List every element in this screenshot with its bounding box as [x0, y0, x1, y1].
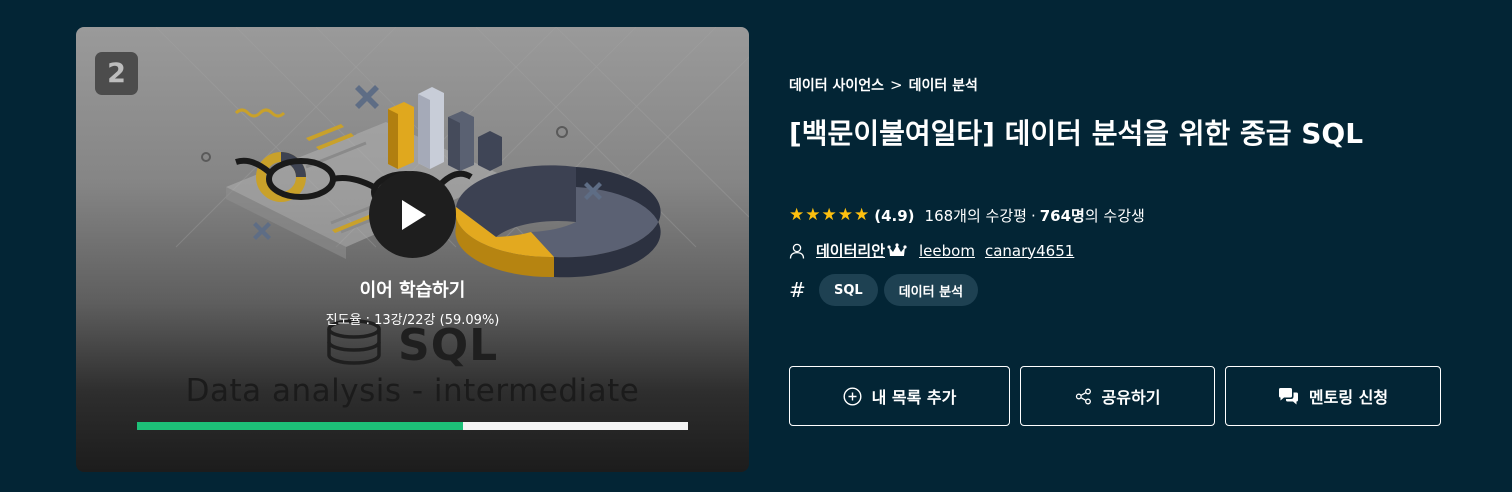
progress-bar-fill — [137, 422, 463, 430]
tag-chip[interactable]: 데이터 분석 — [883, 274, 979, 306]
play-button[interactable] — [369, 171, 456, 258]
breadcrumb-subcategory[interactable]: 데이터 분석 — [909, 75, 978, 95]
tag-row: # SQL 데이터 분석 — [789, 274, 979, 306]
star-icon: ★ — [837, 205, 853, 225]
share-label: 공유하기 — [1101, 388, 1161, 407]
hashtag-icon: # — [789, 278, 806, 302]
share-icon — [1075, 388, 1091, 404]
mentoring-label: 멘토링 신청 — [1308, 388, 1389, 407]
user-icon — [789, 243, 805, 259]
course-video-thumbnail[interactable]: 2 SQL Data analysis - intermediate 이어 학습… — [76, 27, 749, 472]
instructor-link[interactable]: canary4651 — [985, 242, 1074, 260]
star-rating: ★ ★ ★ ★ ★ — [789, 207, 869, 224]
add-to-list-button[interactable]: 내 목록 추가 — [789, 366, 1010, 426]
thumbnail-subtitle-text: Data analysis - intermediate — [185, 373, 640, 409]
instructor-row: 데이터리안 leebom canary4651 — [789, 240, 1084, 261]
mentoring-request-button[interactable]: 멘토링 신청 — [1225, 366, 1441, 426]
breadcrumb-separator: > — [890, 76, 903, 94]
star-icon: ★ — [821, 205, 837, 225]
progress-text: 진도율 : 13강/22강 (59.09%) — [325, 313, 500, 328]
breadcrumb: 데이터 사이언스 > 데이터 분석 — [789, 75, 978, 95]
instructor-link-main[interactable]: 데이터리안 — [816, 240, 885, 261]
crown-icon — [887, 242, 907, 256]
rating-value: (4.9) — [874, 206, 915, 225]
review-count[interactable]: 168개의 수강평 — [925, 205, 1027, 226]
tag-chip[interactable]: SQL — [819, 274, 878, 306]
breadcrumb-category[interactable]: 데이터 사이언스 — [789, 75, 884, 95]
course-title: [백문이불여일타] 데이터 분석을 위한 중급 SQL — [789, 117, 1364, 150]
star-icon: ★ — [854, 205, 870, 225]
plus-circle-icon — [843, 386, 862, 406]
progress-bar — [137, 422, 688, 430]
add-to-list-label: 내 목록 추가 — [871, 388, 957, 407]
student-count: 764명 — [1039, 207, 1085, 225]
rating-row: ★ ★ ★ ★ ★ (4.9) 168개의 수강평 · 764명 의 수강생 — [789, 205, 1145, 226]
resume-learning-label[interactable]: 이어 학습하기 — [76, 276, 749, 302]
share-button[interactable]: 공유하기 — [1020, 366, 1215, 426]
chat-bubbles-icon — [1278, 387, 1298, 404]
star-icon: ★ — [789, 205, 805, 225]
separator-dot: · — [1030, 206, 1036, 225]
course-number-badge: 2 — [95, 52, 138, 95]
student-suffix: 의 수강생 — [1084, 207, 1145, 225]
star-icon: ★ — [805, 205, 821, 225]
instructor-link[interactable]: leebom — [919, 242, 975, 260]
play-icon — [401, 199, 426, 230]
